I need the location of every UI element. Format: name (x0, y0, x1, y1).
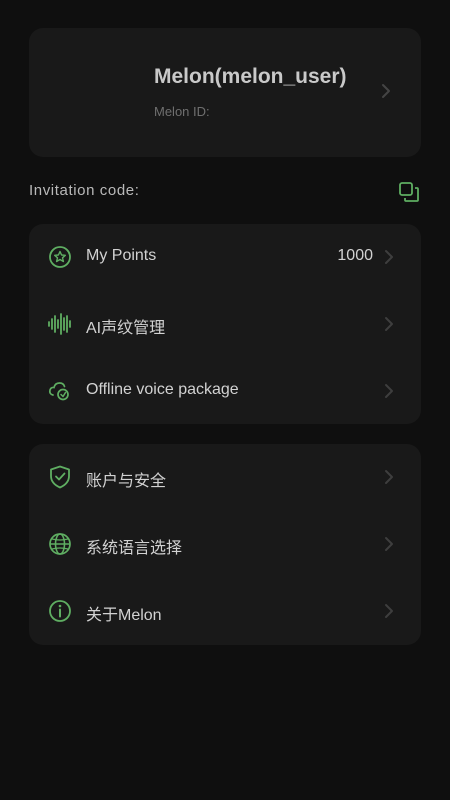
profile-name: Melon(melon_user) (154, 65, 347, 88)
profile-card[interactable]: Melon(melon_user) Melon ID: (29, 28, 421, 157)
shield-check-icon (47, 464, 73, 490)
chevron-right-icon (380, 83, 392, 99)
menu-group-settings: 账户与安全 系统语言选择 关于Melon (29, 444, 421, 645)
waveform-icon (47, 311, 73, 337)
points-value: 1000 (337, 247, 373, 264)
menu-item-label: My Points (86, 247, 157, 264)
menu-item-offline-voice-package[interactable]: Offline voice package (29, 358, 421, 424)
chevron-right-icon (383, 316, 395, 332)
profile-id-label: Melon ID: (154, 104, 210, 119)
copy-icon[interactable] (398, 181, 420, 203)
menu-group-points: My Points 1000 AI声纹管理 Offline voice pack… (29, 224, 421, 424)
menu-item-label: 账户与安全 (86, 473, 167, 490)
chevron-right-icon (383, 603, 395, 619)
menu-item-label: Offline voice package (86, 381, 239, 398)
invitation-code-label: Invitation code: (29, 182, 140, 199)
chevron-right-icon (383, 383, 395, 399)
globe-icon (47, 531, 73, 557)
menu-item-account-security[interactable]: 账户与安全 (29, 444, 421, 510)
menu-item-language[interactable]: 系统语言选择 (29, 511, 421, 577)
chevron-right-icon (383, 249, 395, 265)
menu-item-label: 关于Melon (86, 607, 162, 624)
menu-item-label: 系统语言选择 (86, 540, 183, 557)
menu-item-label: AI声纹管理 (86, 320, 166, 337)
chevron-right-icon (383, 469, 395, 485)
cloud-offline-icon (47, 378, 73, 404)
star-badge-icon (47, 244, 73, 270)
menu-item-about[interactable]: 关于Melon (29, 578, 421, 644)
chevron-right-icon (383, 536, 395, 552)
info-icon (47, 598, 73, 624)
menu-item-ai-voiceprint[interactable]: AI声纹管理 (29, 291, 421, 357)
menu-item-my-points[interactable]: My Points 1000 (29, 224, 421, 290)
